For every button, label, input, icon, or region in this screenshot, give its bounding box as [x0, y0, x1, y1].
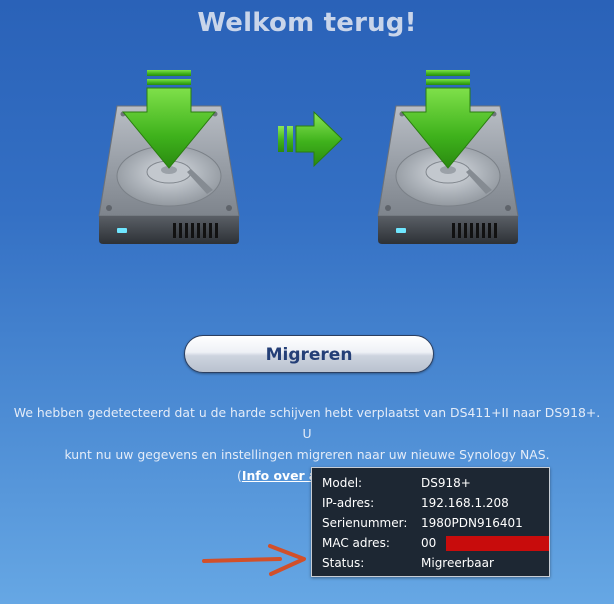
model-value: DS918+	[421, 476, 471, 490]
message-line-1: We hebben gedetecteerd dat u de harde sc…	[13, 405, 601, 441]
hard-drive-download-icon	[377, 70, 519, 244]
serial-value: 1980PDN916401	[421, 516, 523, 530]
info-row-ip: IP-adres: 192.168.1.208	[322, 493, 549, 513]
model-label: Model:	[322, 476, 363, 490]
info-row-model: Model: DS918+	[322, 473, 549, 493]
ip-label: IP-adres:	[322, 496, 375, 510]
migrate-button[interactable]: Migreren	[184, 335, 434, 373]
mac-label: MAC adres:	[322, 536, 390, 550]
status-value: Migreerbaar	[421, 556, 494, 570]
arrow-right-icon	[278, 110, 343, 168]
info-row-mac: MAC adres: 00	[322, 533, 549, 553]
info-row-status: Status: Migreerbaar	[322, 553, 549, 573]
red-arrow-icon	[202, 544, 306, 576]
device-info-panel: Model: DS918+ IP-adres: 192.168.1.208 Seri…	[311, 467, 550, 577]
message-line-2: kunt nu uw gegevens en instellingen migr…	[64, 447, 550, 462]
serial-label: Serienummer:	[322, 516, 408, 530]
mac-value: 00	[421, 536, 437, 550]
status-label: Status:	[322, 556, 365, 570]
info-row-serial: Serienummer: 1980PDN916401	[322, 513, 549, 533]
mac-redaction	[446, 536, 549, 551]
hard-drive-download-icon	[98, 70, 240, 244]
page-title: Welkom terug!	[197, 8, 417, 38]
ip-value: 192.168.1.208	[421, 496, 509, 510]
